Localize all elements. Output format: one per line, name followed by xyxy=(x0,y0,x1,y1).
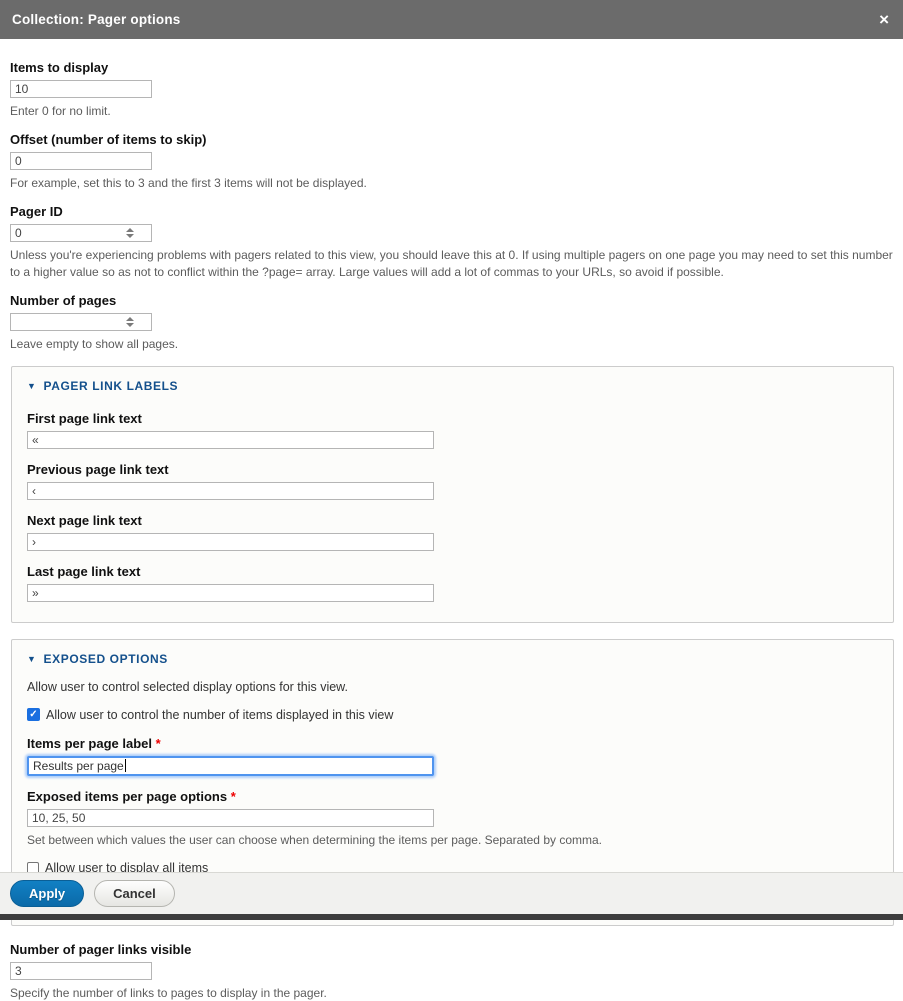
form-item-previous-page-link: Previous page link text xyxy=(27,462,878,500)
form-item-last-page-link: Last page link text xyxy=(27,564,878,602)
pager-link-labels-summary-text: PAGER LINK LABELS xyxy=(44,379,179,393)
pager-links-visible-input[interactable] xyxy=(10,962,152,980)
exposed-options-summary[interactable]: ▼ EXPOSED OPTIONS xyxy=(27,652,878,666)
form-item-pager-links-visible: Number of pager links visible Specify th… xyxy=(10,942,893,1001)
previous-page-link-input[interactable] xyxy=(27,482,434,500)
form-item-offset: Offset (number of items to skip) For exa… xyxy=(10,132,893,191)
exposed-options-intro: Allow user to control selected display o… xyxy=(27,680,878,694)
offset-description: For example, set this to 3 and the first… xyxy=(10,175,893,191)
offset-label: Offset (number of items to skip) xyxy=(10,132,893,147)
number-of-pages-label: Number of pages xyxy=(10,293,893,308)
chevron-down-icon: ▼ xyxy=(27,654,37,664)
exposed-items-options-input[interactable] xyxy=(27,809,434,827)
items-to-display-description: Enter 0 for no limit. xyxy=(10,103,893,119)
pager-id-description: Unless you're experiencing problems with… xyxy=(10,247,893,279)
pager-link-labels-summary[interactable]: ▼ PAGER LINK LABELS xyxy=(27,379,878,393)
pager-id-label: Pager ID xyxy=(10,204,893,219)
number-spinner-icon[interactable] xyxy=(126,228,134,238)
dialog-titlebar: Collection: Pager options × xyxy=(0,0,903,39)
items-to-display-label: Items to display xyxy=(10,60,893,75)
offset-input[interactable] xyxy=(10,152,152,170)
check-icon: ✓ xyxy=(29,710,37,720)
items-to-display-input[interactable] xyxy=(10,80,152,98)
next-page-link-label: Next page link text xyxy=(27,513,878,528)
pager-link-labels-fieldset: ▼ PAGER LINK LABELS First page link text… xyxy=(11,366,894,623)
items-per-page-label-value: Results per page xyxy=(33,759,124,773)
pager-links-visible-description: Specify the number of links to pages to … xyxy=(10,985,893,1001)
required-asterisk: * xyxy=(156,736,161,751)
exposed-items-options-label-text: Exposed items per page options xyxy=(27,789,227,804)
exposed-items-options-label: Exposed items per page options * xyxy=(27,789,878,804)
control-items-checkbox[interactable]: ✓ xyxy=(27,708,40,721)
form-item-items-per-page-label: Items per page label * Results per page xyxy=(27,736,878,776)
control-items-checkbox-label: Allow user to control the number of item… xyxy=(46,708,393,722)
first-page-link-input[interactable] xyxy=(27,431,434,449)
last-page-link-label: Last page link text xyxy=(27,564,878,579)
form-item-pager-id: Pager ID Unless you're experiencing prob… xyxy=(10,204,893,279)
form-item-next-page-link: Next page link text xyxy=(27,513,878,551)
close-icon[interactable]: × xyxy=(877,11,891,28)
number-of-pages-description: Leave empty to show all pages. xyxy=(10,336,893,352)
dialog-button-pane: Apply Cancel xyxy=(0,872,903,914)
form-item-exposed-items-options: Exposed items per page options * Set bet… xyxy=(27,789,878,848)
next-page-link-input[interactable] xyxy=(27,533,434,551)
form-item-first-page-link: First page link text xyxy=(27,411,878,449)
items-per-page-label-input[interactable]: Results per page xyxy=(27,756,434,776)
items-per-page-label-label: Items per page label * xyxy=(27,736,878,751)
form-item-number-of-pages: Number of pages Leave empty to show all … xyxy=(10,293,893,352)
first-page-link-label: First page link text xyxy=(27,411,878,426)
last-page-link-input[interactable] xyxy=(27,584,434,602)
control-items-checkbox-row: ✓ Allow user to control the number of it… xyxy=(27,708,878,722)
apply-button[interactable]: Apply xyxy=(10,880,84,907)
form-item-items-to-display: Items to display Enter 0 for no limit. xyxy=(10,60,893,119)
text-cursor xyxy=(125,759,126,772)
cancel-button[interactable]: Cancel xyxy=(94,880,175,907)
required-asterisk: * xyxy=(231,789,236,804)
previous-page-link-label: Previous page link text xyxy=(27,462,878,477)
exposed-options-summary-text: EXPOSED OPTIONS xyxy=(44,652,168,666)
pager-links-visible-label: Number of pager links visible xyxy=(10,942,893,957)
chevron-down-icon: ▼ xyxy=(27,381,37,391)
number-spinner-icon[interactable] xyxy=(126,317,134,327)
background-page-strip xyxy=(0,914,903,920)
dialog-title: Collection: Pager options xyxy=(12,12,181,27)
items-per-page-label-text: Items per page label xyxy=(27,736,152,751)
exposed-items-options-description: Set between which values the user can ch… xyxy=(27,832,878,848)
dialog-content: Items to display Enter 0 for no limit. O… xyxy=(0,39,903,1001)
